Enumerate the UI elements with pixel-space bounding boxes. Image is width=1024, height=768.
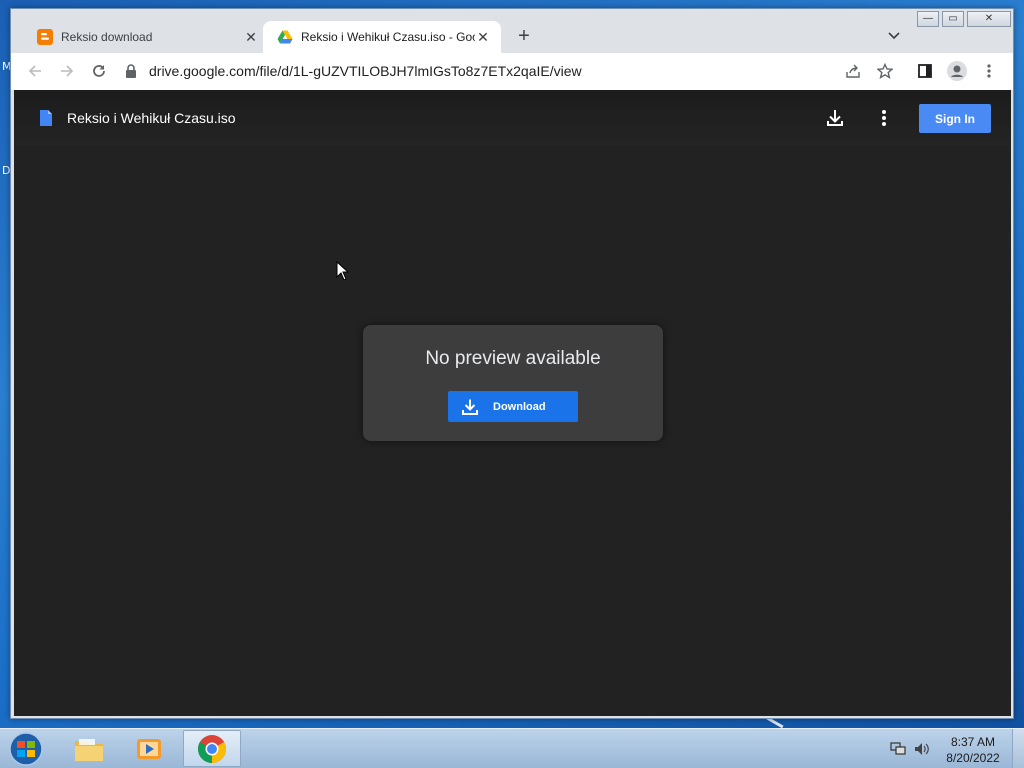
back-arrow-icon[interactable]	[25, 61, 45, 81]
chrome-icon	[198, 734, 226, 763]
download-button-label: Download	[493, 400, 546, 413]
taskbar-chrome[interactable]	[183, 730, 241, 767]
google-drive-icon	[277, 30, 293, 44]
reload-icon[interactable]	[89, 61, 109, 81]
drive-header: Reksio i Wehikuł Czasu.iso Sign In	[14, 90, 1011, 146]
taskbar-explorer[interactable]	[60, 730, 118, 767]
maximize-button[interactable]: ▭	[942, 11, 964, 27]
clock-time: 8:37 AM	[950, 735, 996, 749]
close-tab-icon[interactable]: ✕	[475, 29, 491, 45]
tab-title: Reksio i Wehikuł Czasu.iso - Goo	[301, 30, 475, 44]
media-player-icon	[137, 738, 161, 759]
tab-google-drive[interactable]: Reksio i Wehikuł Czasu.iso - Goo ✕	[263, 21, 501, 53]
folder-icon	[75, 738, 103, 761]
blogger-icon	[37, 29, 53, 45]
no-preview-message: No preview available	[425, 348, 601, 369]
clock-date: 8/20/2022	[946, 751, 1000, 765]
taskbar-media-player[interactable]	[120, 730, 178, 767]
file-icon	[40, 110, 52, 126]
address-bar[interactable]: drive.google.com/file/d/1L-gUZVTILOBJH7l…	[125, 57, 915, 85]
close-window-button[interactable]: ✕	[967, 11, 1011, 27]
close-tab-icon[interactable]: ✕	[243, 29, 259, 45]
bookmark-star-icon[interactable]	[875, 61, 895, 81]
show-desktop-button[interactable]	[1012, 729, 1024, 768]
tab-search-chevron-icon[interactable]	[886, 27, 902, 43]
taskbar: 8:37 AM 8/20/2022	[0, 728, 1024, 768]
drive-preview-page: Reksio i Wehikuł Czasu.iso Sign In No pr…	[14, 90, 1011, 716]
browser-toolbar: drive.google.com/file/d/1L-gUZVTILOBJH7l…	[11, 53, 1013, 90]
forward-arrow-icon[interactable]	[57, 61, 77, 81]
download-icon[interactable]	[825, 108, 845, 128]
browser-menu-icon[interactable]	[979, 61, 999, 81]
url-text: drive.google.com/file/d/1L-gUZVTILOBJH7l…	[149, 63, 582, 79]
share-icon[interactable]	[843, 61, 863, 81]
windows-start-icon[interactable]	[6, 731, 46, 767]
volume-icon[interactable]	[914, 742, 930, 756]
more-options-icon[interactable]	[874, 108, 894, 128]
taskbar-clock[interactable]: 8:37 AM 8/20/2022	[938, 734, 1008, 766]
network-icon[interactable]	[890, 742, 906, 756]
file-name: Reksio i Wehikuł Czasu.iso	[67, 110, 236, 126]
new-tab-button[interactable]: +	[513, 25, 535, 47]
minimize-button[interactable]: —	[917, 11, 939, 27]
sign-in-button[interactable]: Sign In	[919, 104, 991, 133]
profile-avatar-icon[interactable]	[947, 61, 967, 81]
tab-strip: Reksio download ✕ Reksio i Wehikuł Czasu…	[11, 9, 1013, 53]
mouse-cursor-icon	[336, 261, 350, 281]
download-icon	[462, 399, 478, 415]
no-preview-card: No preview available Download	[363, 325, 663, 441]
download-button[interactable]: Download	[448, 391, 578, 422]
tab-reksio-download[interactable]: Reksio download ✕	[23, 21, 269, 53]
browser-window: Reksio download ✕ Reksio i Wehikuł Czasu…	[10, 8, 1014, 719]
side-panel-icon[interactable]	[915, 61, 935, 81]
lock-icon	[126, 64, 136, 78]
tab-title: Reksio download	[61, 30, 153, 44]
